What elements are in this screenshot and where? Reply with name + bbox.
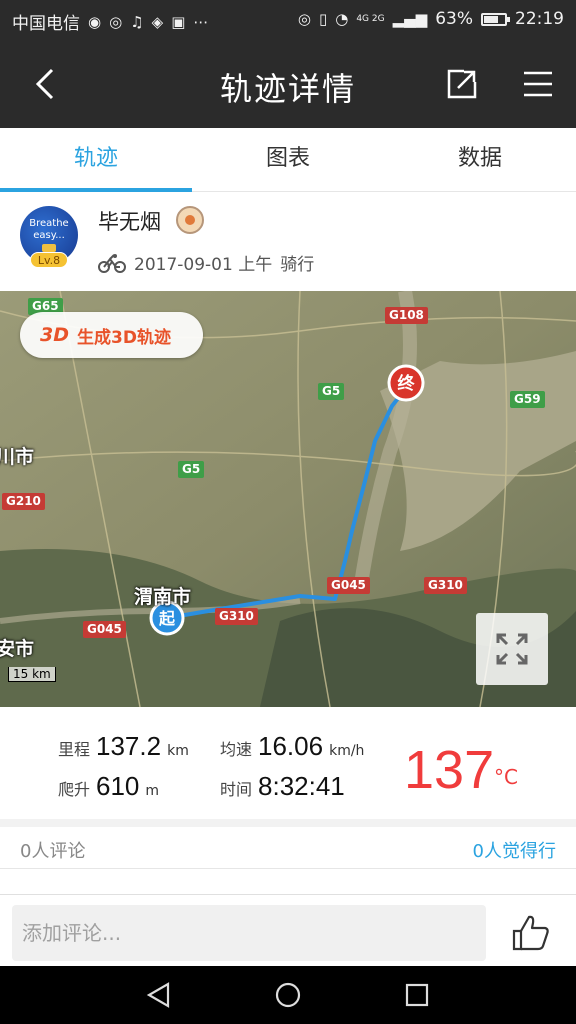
3d-icon: 3D <box>40 324 69 346</box>
distance-unit: km <box>167 743 189 759</box>
comment-input[interactable] <box>12 905 486 961</box>
title-bar: 轨迹详情 <box>0 40 576 128</box>
tab-bar: 轨迹 图表 数据 <box>0 128 576 192</box>
road-label: G108 <box>385 307 428 324</box>
battery-fill <box>484 15 498 23</box>
app-icon: ▣ <box>171 12 186 31</box>
tab-chart[interactable]: 图表 <box>192 128 384 191</box>
road-label: G210 <box>2 493 45 510</box>
speed-stat: 均速 16.06 km/h <box>220 731 364 762</box>
city-label: 安市 <box>0 638 35 660</box>
climb-stat: 爬升 610 m <box>58 771 159 802</box>
share-button[interactable] <box>442 64 482 104</box>
city-label: 川市 <box>0 446 35 468</box>
avatar-text: Breathe easy... <box>29 218 69 241</box>
tab-data[interactable]: 数据 <box>384 128 576 191</box>
road-label: G5 <box>318 383 345 400</box>
battery-icon <box>481 12 510 26</box>
clock: 22:19 <box>515 9 564 29</box>
user-info: Breathe easy... Lv.8 毕无烟 2017-09-01 上午 骑… <box>0 192 576 291</box>
user-name[interactable]: 毕无烟 <box>98 206 161 236</box>
comment-bar <box>0 894 576 966</box>
alarm-icon: ◔ <box>335 10 349 28</box>
no-smoking-icon <box>42 244 56 252</box>
stats-panel: 里程 137.2 km 均速 16.06 km/h 爬升 610 m 时间 8:… <box>0 707 576 819</box>
nfc-icon: ◎ <box>109 12 123 31</box>
speed-label: 均速 <box>220 740 253 759</box>
activity-type: 骑行 <box>280 255 315 275</box>
tab-track[interactable]: 轨迹 <box>0 128 192 192</box>
music-icon: ♫ <box>130 12 144 31</box>
nav-recents-button[interactable] <box>402 980 432 1010</box>
map-scale: 15 km <box>8 667 56 682</box>
nav-home-button[interactable] <box>273 980 303 1010</box>
climb-unit: m <box>145 783 160 799</box>
comment-count[interactable]: 0人评论 <box>20 837 85 863</box>
weibo-icon: ◉ <box>88 12 102 31</box>
circle-home-icon <box>275 982 301 1008</box>
speed-unit: km/h <box>329 743 365 759</box>
share-icon <box>447 69 477 99</box>
time-stat: 时间 8:32:41 <box>220 771 345 802</box>
distance-stat: 里程 137.2 km <box>58 731 189 762</box>
hotspot-icon: ◎ <box>297 10 311 28</box>
climb-value: 610 <box>96 771 140 801</box>
start-marker-label: 起 <box>158 609 176 628</box>
road-label: G045 <box>327 577 370 594</box>
time-label: 时间 <box>220 780 253 799</box>
end-marker[interactable]: 终 <box>387 364 425 402</box>
generate-3d-track-label: 生成3D轨迹 <box>77 327 171 348</box>
nav-back-button[interactable] <box>144 980 174 1010</box>
more-notifications-icon: ⋯ <box>193 12 209 31</box>
menu-icon <box>524 71 552 97</box>
fullscreen-icon <box>496 633 528 665</box>
like-count[interactable]: 0人觉得行 <box>473 837 556 863</box>
speed-value: 16.06 <box>258 731 324 761</box>
signal-icon: ▂▄▆ <box>392 10 428 28</box>
road-label: G045 <box>83 621 126 638</box>
square-recents-icon <box>405 983 429 1007</box>
ride-info: 2017-09-01 上午 骑行 <box>98 250 314 275</box>
time-value: 8:32:41 <box>258 771 345 801</box>
ride-date: 2017-09-01 上午 <box>134 255 273 275</box>
fullscreen-button[interactable] <box>476 613 548 685</box>
status-bar: 中国电信 ◉ ◎ ♫ ◈ ▣ ⋯ ◎ ▯ ◔ 4G 2G ▂▄▆ 63% 22:… <box>0 0 576 40</box>
section-divider <box>0 819 576 827</box>
page-title: 轨迹详情 <box>219 70 356 108</box>
city-label: 渭南市 <box>134 586 192 608</box>
battery-percent: 63% <box>435 9 473 29</box>
weibo-alt-icon: ◈ <box>151 12 164 31</box>
medal-icon[interactable] <box>176 206 204 234</box>
network-type-label: 4G 2G <box>356 13 385 24</box>
distance-label: 里程 <box>58 740 91 759</box>
road-label: G59 <box>510 391 545 408</box>
vibrate-icon: ▯ <box>318 10 328 28</box>
bicycle-icon <box>98 253 126 273</box>
like-button[interactable] <box>510 913 552 953</box>
road-label: G5 <box>178 461 205 478</box>
menu-button[interactable] <box>518 64 558 104</box>
climb-label: 爬升 <box>58 780 91 799</box>
system-nav-bar <box>0 966 576 1024</box>
end-marker-label: 终 <box>398 373 416 394</box>
social-row: 0人评论 0人觉得行 <box>0 827 576 869</box>
carrier-label: 中国电信 <box>12 14 80 34</box>
road-label: G310 <box>424 577 467 594</box>
triangle-back-icon <box>146 982 170 1008</box>
temperature-value: 137 <box>404 740 495 800</box>
distance-value: 137.2 <box>96 731 162 761</box>
thumbs-up-icon <box>512 915 549 951</box>
temperature-unit: °C <box>494 765 518 789</box>
generate-3d-track-button[interactable]: 3D 生成3D轨迹 <box>20 312 203 358</box>
level-badge: Lv.8 <box>30 252 68 268</box>
road-label: G310 <box>215 608 258 625</box>
track-map[interactable]: 起 终 G65 G108 G5 G59 G5 G210 G045 G310 G3… <box>0 291 576 707</box>
